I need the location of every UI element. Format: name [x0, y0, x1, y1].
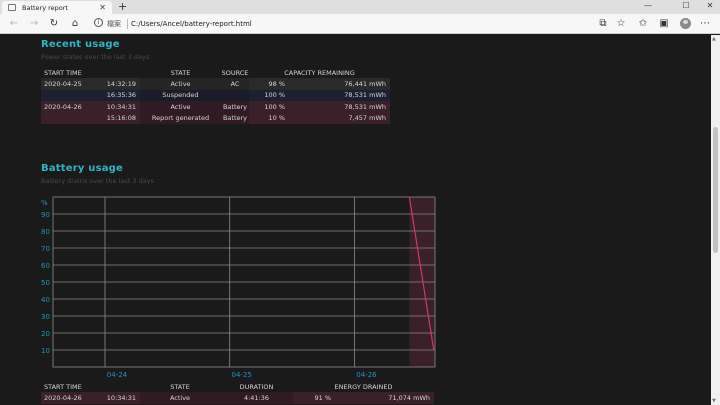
scrollbar-thumb[interactable]: [713, 127, 718, 253]
site-info-icon[interactable]: i: [94, 18, 103, 27]
profile-icon[interactable]: [680, 18, 691, 29]
y-tick-label: 40: [41, 296, 50, 304]
y-tick-label: 80: [41, 228, 50, 236]
y-tick-label: 50: [41, 279, 50, 287]
battery-usage-subtitle: Battery drains over the last 3 days: [41, 177, 154, 185]
y-tick-label: 10: [41, 347, 50, 355]
y-tick-label: 20: [41, 330, 50, 338]
x-tick-label: 04-25: [232, 371, 252, 379]
scroll-down-icon[interactable]: ▼: [712, 398, 716, 404]
battery-usage-chart: 10 20 30 40 50 60 70 80 90% 04-24 04-25 04-26: [38, 195, 438, 380]
capacity-mwh-cell: 76,441 mWh: [289, 78, 390, 90]
recent-usage-subtitle: Power states over the last 3 days: [41, 53, 150, 61]
maximize-icon[interactable]: ☐: [674, 0, 698, 13]
address-divider: [127, 19, 128, 29]
start-date-cell: 2020-04-26: [41, 392, 91, 404]
start-time-cell: 10:34:31: [91, 392, 140, 404]
source-cell: Battery: [221, 112, 249, 124]
new-tab-button[interactable]: +: [118, 0, 127, 13]
recent-usage-table: START TIME STATE SOURCE CAPACITY REMAINI…: [41, 67, 390, 124]
capacity-percent-cell: 10 %: [249, 112, 289, 124]
battery-usage-row: 2020-04-26 10:34:31 Active 4:41:36 91 % 71,07…: [41, 392, 434, 404]
tab-close-icon[interactable]: ✕: [99, 3, 106, 12]
start-date-cell: 2020-04-25: [41, 78, 91, 90]
battery-usage-header-row: START TIME STATE DURATION ENERGY DRAINED: [41, 381, 434, 392]
source-cell: [221, 89, 249, 101]
home-icon[interactable]: ⌂: [68, 17, 82, 31]
capacity-percent-cell: 100 %: [249, 101, 289, 113]
y-tick-label: 90: [41, 211, 50, 219]
y-axis-unit-label: %: [41, 199, 48, 207]
refresh-icon[interactable]: ↻: [47, 17, 61, 31]
col-start-time: START TIME: [44, 382, 82, 391]
capacity-mwh-cell: 78,531 mWh: [289, 89, 390, 101]
col-start-time: START TIME: [44, 68, 82, 77]
back-arrow-icon[interactable]: ←: [7, 17, 21, 31]
recent-usage-row: 15:16:08 Report generated Battery 10 % 7,457…: [41, 112, 390, 124]
recent-usage-row: 2020-04-26 10:34:31 Active Battery 100 % 78,5…: [41, 101, 390, 113]
minimize-icon[interactable]: —: [636, 0, 660, 13]
start-time-cell: 16:35:36: [91, 89, 140, 101]
state-cell: Active: [140, 78, 221, 90]
start-time-cell: 14:32:19: [91, 78, 140, 90]
scroll-up-icon[interactable]: ▲: [712, 36, 716, 42]
capacity-percent-cell: 98 %: [249, 78, 289, 90]
favorite-star-icon[interactable]: ☆: [614, 17, 628, 31]
state-cell: Report generated: [140, 112, 221, 124]
more-icon[interactable]: ⋯: [698, 17, 712, 31]
start-date-cell: [41, 89, 91, 101]
tab-actions-icon[interactable]: ⧉: [596, 17, 610, 31]
tab-title: Battery report: [22, 3, 68, 12]
col-state: STATE: [170, 68, 191, 77]
state-cell: Active: [140, 101, 221, 113]
recent-usage-row: 2020-04-25 14:32:19 Active AC 98 % 76,441 mWh: [41, 78, 390, 90]
y-tick-label: 70: [41, 245, 50, 253]
y-tick-label: 30: [41, 313, 50, 321]
col-duration: DURATION: [239, 382, 274, 391]
capacity-mwh-cell: 78,531 mWh: [289, 101, 390, 113]
source-cell: Battery: [221, 101, 249, 113]
capacity-percent-cell: 100 %: [249, 89, 289, 101]
start-time-cell: 10:34:31: [91, 101, 140, 113]
tab-battery-report[interactable]: Battery report ✕: [2, 1, 112, 14]
page-icon: [8, 4, 16, 11]
source-cell: AC: [221, 78, 249, 90]
y-tick-label: 60: [41, 262, 50, 270]
drained-mwh-cell: 71,074 mWh: [335, 392, 434, 404]
start-date-cell: [41, 112, 91, 124]
col-energy-drained: ENERGY DRAINED: [334, 382, 393, 391]
report-page: Recent usage Power states over the last …: [0, 35, 710, 405]
duration-cell: 4:41:36: [220, 392, 293, 404]
recent-usage-heading: Recent usage: [41, 39, 120, 50]
capacity-mwh-cell: 7,457 mWh: [289, 112, 390, 124]
x-tick-label: 04-26: [356, 371, 377, 379]
recent-usage-row: 16:35:36 Suspended 100 % 78,531 mWh: [41, 89, 390, 101]
state-cell: Active: [140, 392, 220, 404]
x-tick-label: 04-24: [107, 371, 128, 379]
state-cell: Suspended: [140, 89, 221, 101]
collections-icon[interactable]: ▣: [657, 17, 671, 31]
start-time-cell: 15:16:08: [91, 112, 140, 124]
col-source: SOURCE: [221, 68, 249, 77]
browser-toolbar: ← → ↻ ⌂ i 檔案 C:/Users/Ancel/battery-repo…: [0, 14, 720, 34]
start-date-cell: 2020-04-26: [41, 101, 91, 113]
address-bar-input[interactable]: C:/Users/Ancel/battery-report.html: [131, 17, 252, 31]
address-scheme-label: 檔案: [107, 20, 121, 28]
page-scrollbar[interactable]: ▲ ▼: [711, 35, 720, 405]
favorites-icon[interactable]: ✩: [636, 17, 650, 31]
col-capacity-remaining: CAPACITY REMAINING: [284, 68, 355, 77]
battery-usage-table: START TIME STATE DURATION ENERGY DRAINED…: [41, 381, 434, 404]
recent-usage-header-row: START TIME STATE SOURCE CAPACITY REMAINI…: [41, 67, 390, 78]
tab-bar: Battery report ✕ + — ☐ ✕: [0, 0, 720, 14]
window-close-icon[interactable]: ✕: [698, 0, 720, 13]
drained-percent-cell: 91 %: [293, 392, 335, 404]
battery-usage-heading: Battery usage: [41, 163, 124, 174]
battery-usage-chart-svg: 10 20 30 40 50 60 70 80 90% 04-24 04-25 04-26: [41, 196, 436, 379]
col-state: STATE: [170, 382, 190, 391]
forward-arrow-icon[interactable]: →: [27, 17, 41, 31]
